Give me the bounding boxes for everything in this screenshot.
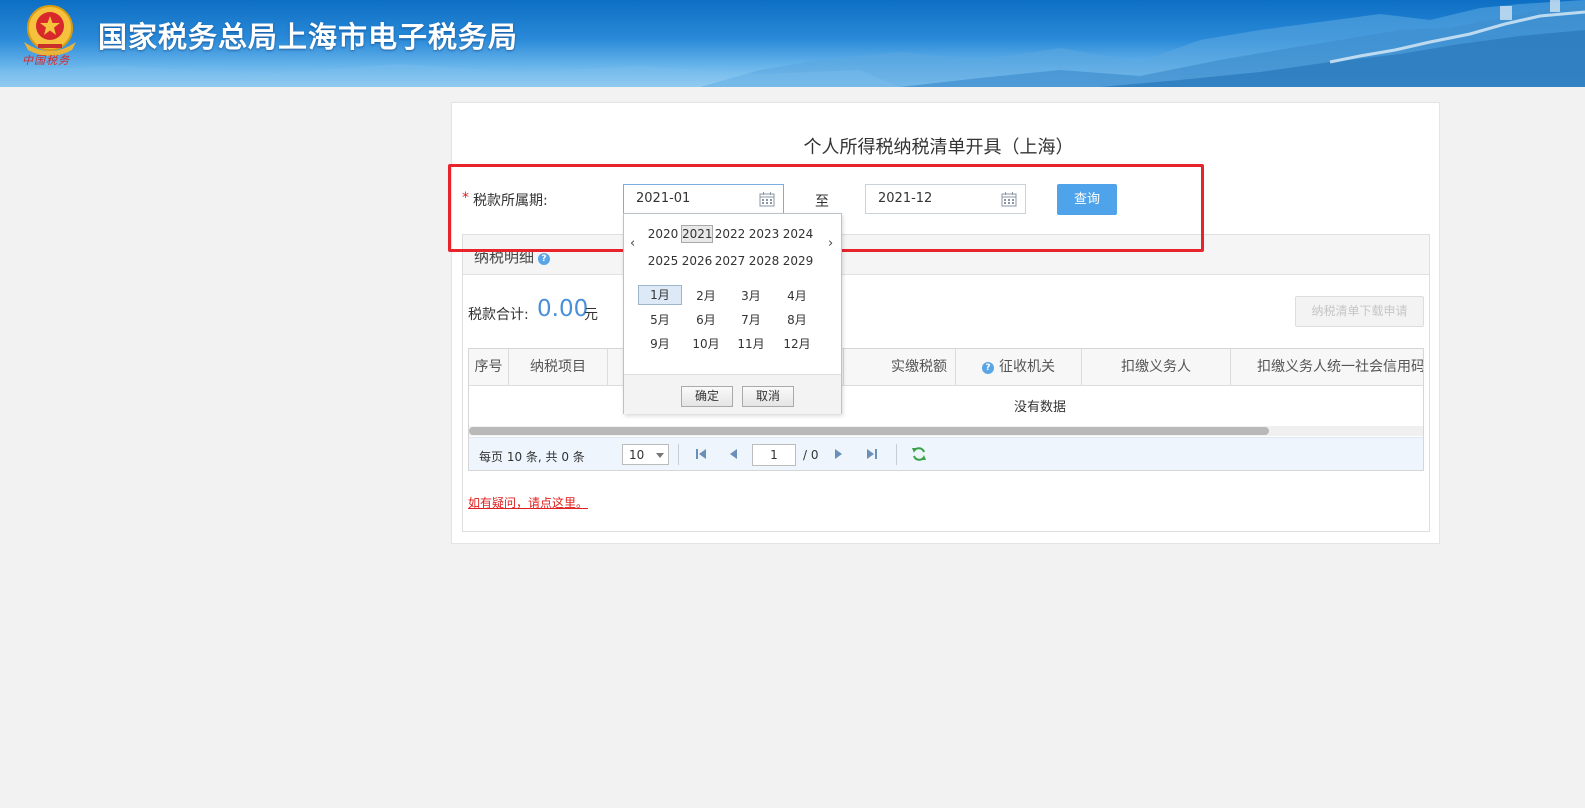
- table-header: 序号 纳税项目 实缴税额 ? 征收机关 扣缴义务人 扣缴义务人统一社会信用码: [469, 349, 1423, 386]
- month-option[interactable]: 12月: [775, 334, 819, 354]
- last-page-icon[interactable]: [865, 447, 879, 461]
- page-title: 个人所得税纳税清单开具（上海）: [803, 137, 1074, 158]
- chevron-down-icon: [656, 453, 664, 458]
- month-picker-popup: ‹ › 2020 2021 2022 2023 2024 2025 2026 2…: [623, 213, 842, 414]
- column-header-tax-authority[interactable]: ? 征收机关: [956, 349, 1082, 386]
- page-number-input[interactable]: 1: [752, 444, 796, 466]
- refresh-icon[interactable]: [911, 446, 927, 462]
- month-option[interactable]: 7月: [729, 310, 773, 330]
- site-title: 国家税务总局上海市电子税务局: [98, 20, 519, 54]
- year-option-selected[interactable]: 2021: [681, 225, 713, 243]
- month-option[interactable]: 10月: [684, 334, 728, 354]
- column-header-withholding-agent[interactable]: 扣缴义务人: [1082, 349, 1231, 386]
- year-option[interactable]: 2027: [714, 252, 746, 270]
- year-option[interactable]: 2025: [647, 252, 679, 270]
- year-option[interactable]: 2029: [782, 252, 814, 270]
- month-option[interactable]: 4月: [775, 286, 819, 306]
- page-size-select[interactable]: 10: [622, 444, 669, 465]
- next-page-icon[interactable]: [831, 447, 845, 461]
- first-page-icon[interactable]: [694, 447, 708, 461]
- column-header-tax-item[interactable]: 纳税项目: [509, 349, 608, 386]
- picker-footer: 确定 取消: [624, 374, 841, 414]
- column-header-paid-tax[interactable]: 实缴税额: [844, 349, 956, 386]
- pager-divider: [896, 444, 897, 465]
- month-option[interactable]: 5月: [638, 310, 682, 330]
- cancel-button[interactable]: 取消: [742, 386, 794, 407]
- column-header-credit-code[interactable]: 扣缴义务人统一社会信用码: [1231, 349, 1423, 386]
- pager-divider: [678, 444, 679, 465]
- tax-total-value: 0.00: [537, 296, 589, 322]
- download-request-button[interactable]: 纳税清单下载申请: [1295, 296, 1424, 327]
- emblem-caption: 中国税务: [22, 54, 70, 67]
- year-option[interactable]: 2024: [782, 225, 814, 243]
- total-pages: / 0: [803, 448, 819, 462]
- month-option[interactable]: 8月: [775, 310, 819, 330]
- header-banner: 中国税务 国家税务总局上海市电子税务局: [0, 0, 1585, 87]
- month-option-selected[interactable]: 1月: [638, 285, 682, 305]
- month-option[interactable]: 9月: [638, 334, 682, 354]
- prev-years-button[interactable]: ‹: [630, 236, 635, 251]
- tax-total-unit: 元: [584, 307, 598, 323]
- prev-page-icon[interactable]: [727, 447, 741, 461]
- scrollbar-thumb[interactable]: [469, 427, 1269, 435]
- year-option[interactable]: 2026: [681, 252, 713, 270]
- confirm-button[interactable]: 确定: [681, 386, 733, 407]
- tax-total-label: 税款合计:: [468, 307, 529, 323]
- column-header-index[interactable]: 序号: [469, 349, 509, 386]
- tax-details-table: 序号 纳税项目 实缴税额 ? 征收机关 扣缴义务人 扣缴义务人统一社会信用码 没有…: [468, 348, 1424, 471]
- help-link[interactable]: 如有疑问，请点这里。: [468, 494, 588, 511]
- month-option[interactable]: 11月: [729, 334, 773, 354]
- next-years-button[interactable]: ›: [828, 236, 833, 251]
- empty-message: 没有数据: [1014, 400, 1067, 415]
- page-size-value: 10: [629, 448, 645, 462]
- help-icon[interactable]: ?: [982, 362, 994, 374]
- year-option[interactable]: 2023: [748, 225, 780, 243]
- horizontal-scrollbar[interactable]: [469, 426, 1423, 436]
- pager-info: 每页 10 条, 共 0 条: [479, 450, 585, 464]
- year-option[interactable]: 2028: [748, 252, 780, 270]
- year-option[interactable]: 2020: [647, 225, 679, 243]
- help-icon[interactable]: ?: [538, 253, 551, 265]
- year-option[interactable]: 2022: [714, 225, 746, 243]
- month-option[interactable]: 3月: [729, 286, 773, 306]
- month-option[interactable]: 2月: [684, 286, 728, 306]
- month-option[interactable]: 6月: [684, 310, 728, 330]
- pagination-bar: 每页 10 条, 共 0 条 10 1 / 0: [469, 437, 1423, 470]
